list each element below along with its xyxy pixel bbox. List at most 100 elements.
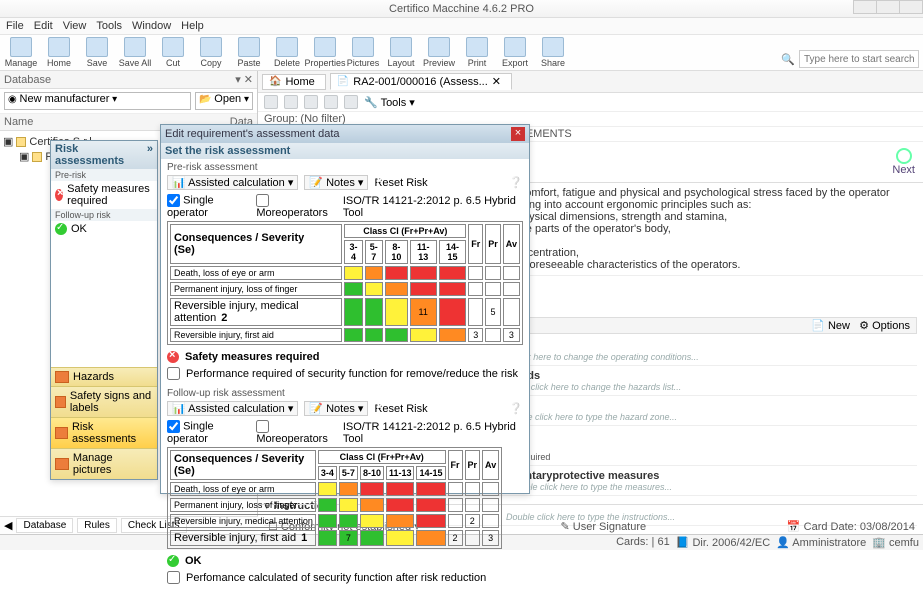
pictures-icon — [352, 37, 374, 57]
paste-icon — [238, 37, 260, 57]
tool-layout[interactable]: Layout — [384, 37, 418, 68]
ok-icon — [167, 555, 179, 567]
share-icon — [542, 37, 564, 57]
smr-label: Safety measures required — [185, 351, 320, 363]
tool-delete[interactable]: Delete — [270, 37, 304, 68]
db-panel-label: Database — [4, 74, 51, 86]
tool-home[interactable]: Home — [42, 37, 76, 68]
tool-properties[interactable]: Properties — [308, 37, 342, 68]
more-operators-check-2[interactable]: Moreoperators — [256, 420, 337, 445]
search-icon[interactable]: 🔍 — [781, 53, 795, 66]
panel-title: Risk assessments — [55, 143, 147, 167]
menu-hazards[interactable]: Hazards — [51, 367, 157, 386]
menu-file[interactable]: File — [6, 20, 24, 32]
pre-risk-status[interactable]: Safety measures required — [51, 181, 157, 209]
tool-cut[interactable]: Cut — [156, 37, 190, 68]
minimize-button[interactable] — [853, 0, 877, 14]
tool-paste[interactable]: Paste — [232, 37, 266, 68]
status-org: 🏢 cemfu — [872, 536, 919, 549]
tool-copy[interactable]: Copy — [194, 37, 228, 68]
pre-risk-grid: Consequences / Severity(Se)Class Cl (Fr+… — [167, 221, 523, 345]
options-button[interactable]: ⚙ Options — [859, 320, 910, 332]
next-button[interactable]: Next — [892, 148, 915, 176]
tool-saveall[interactable]: Save All — [118, 37, 152, 68]
status-dir: 📘 Dir. 2006/42/EC — [676, 536, 770, 549]
menu-tools[interactable]: Tools — [96, 20, 122, 32]
picture-icon — [55, 458, 69, 470]
view2-icon[interactable] — [324, 95, 338, 109]
notes-button[interactable]: 📝 Notes ▾ — [304, 175, 368, 190]
close-button[interactable] — [899, 0, 923, 14]
tool-print[interactable]: Print — [460, 37, 494, 68]
reset-risk-button-2[interactable]: Reset Risk — [374, 403, 427, 415]
tools-dropdown[interactable]: 🔧 Tools ▾ — [364, 96, 415, 109]
menu-manage-pictures[interactable]: Manage pictures — [51, 448, 157, 479]
menu-safety-signs[interactable]: Safety signs and labels — [51, 386, 157, 417]
notes-button-2[interactable]: 📝 Notes ▾ — [304, 401, 368, 416]
tool-preview[interactable]: Preview — [422, 37, 456, 68]
open-combo[interactable]: 📂 Open ▾ — [195, 92, 253, 110]
followup-status[interactable]: OK — [51, 221, 157, 237]
panel-expand-icon[interactable]: » — [147, 143, 153, 167]
bottab-rules[interactable]: Rules — [77, 518, 117, 533]
home-icon — [48, 37, 70, 57]
new-button[interactable]: 📄 New — [811, 320, 850, 332]
single-operator-check-2[interactable]: Single operator — [167, 420, 250, 445]
assisted-calc-button[interactable]: 📊 Assisted calculation ▾ — [167, 175, 298, 190]
reset-risk-button[interactable]: Reset Risk — [374, 177, 427, 189]
folder-icon — [32, 152, 42, 162]
followup-heading: Follow-up risk assessment — [167, 388, 523, 399]
tab-doc[interactable]: 📄 RA2-001/000016 (Assess... ✕ — [330, 73, 512, 90]
menu-risk-assessments[interactable]: Risk assessments — [51, 417, 157, 448]
save-icon — [86, 37, 108, 57]
copy-icon — [200, 37, 222, 57]
menu-view[interactable]: View — [63, 20, 87, 32]
menu-help[interactable]: Help — [181, 20, 204, 32]
main-toolbar: Manage Home Save Save All Cut Copy Paste… — [0, 35, 923, 71]
followup-grid: Consequences / Severity(Se)Class Cl (Fr+… — [167, 447, 502, 549]
export-icon — [504, 37, 526, 57]
delete-icon — [276, 37, 298, 57]
perf-required-check[interactable]: Performance required of security functio… — [167, 365, 523, 382]
error-icon — [55, 189, 63, 201]
tab-home[interactable]: 🏠 Home — [262, 74, 326, 90]
help-icon[interactable]: ❔ — [509, 176, 523, 189]
search-input[interactable] — [799, 50, 919, 68]
sign-icon — [55, 396, 66, 408]
tool-manage[interactable]: Manage — [4, 37, 38, 68]
risk-assessments-panel: Risk assessments» Pre-risk Safety measur… — [50, 140, 158, 480]
tool-save[interactable]: Save — [80, 37, 114, 68]
properties-icon — [314, 37, 336, 57]
pre-risk-hdr: Pre-risk — [51, 169, 157, 181]
panel-toggle-icon[interactable]: ▾ ✕ — [235, 73, 253, 86]
nav-fwd-icon[interactable] — [284, 95, 298, 109]
nav-back-icon[interactable] — [264, 95, 278, 109]
tool-export[interactable]: Export — [498, 37, 532, 68]
followup-hdr: Follow-up risk — [51, 209, 157, 221]
pager-prev[interactable]: ◀ — [4, 519, 12, 532]
manufacturer-combo[interactable]: ◉ New manufacturer ▾ — [4, 92, 191, 110]
close-tab-icon[interactable]: ✕ — [492, 75, 501, 88]
menu-window[interactable]: Window — [132, 20, 171, 32]
next-icon — [896, 148, 912, 164]
print-icon — [466, 37, 488, 57]
single-operator-check[interactable]: Single operator — [167, 194, 250, 219]
ok-label: OK — [185, 555, 202, 567]
maximize-button[interactable] — [876, 0, 900, 14]
dialog-subtitle: Set the risk assessment — [161, 143, 529, 159]
tool-pictures[interactable]: Pictures — [346, 37, 380, 68]
menu-edit[interactable]: Edit — [34, 20, 53, 32]
dialog-close-button[interactable]: × — [511, 127, 525, 141]
user-signature[interactable]: ✎ User Signature — [560, 520, 646, 533]
perf-calc-check[interactable]: Perfomance calculated of security functi… — [167, 569, 523, 586]
more-operators-check[interactable]: Moreoperators — [256, 194, 337, 219]
tool-share[interactable]: Share — [536, 37, 570, 68]
filter-icon[interactable] — [344, 95, 358, 109]
bottab-database[interactable]: Database — [16, 518, 73, 533]
help-icon[interactable]: ❔ — [509, 402, 523, 415]
view1-icon[interactable] — [304, 95, 318, 109]
card-date[interactable]: 📅 Card Date: 03/08/2014 — [787, 520, 915, 533]
layout-icon — [390, 37, 412, 57]
dialog-title: Edit requirement's assessment data — [165, 128, 340, 140]
assisted-calc-button-2[interactable]: 📊 Assisted calculation ▾ — [167, 401, 298, 416]
